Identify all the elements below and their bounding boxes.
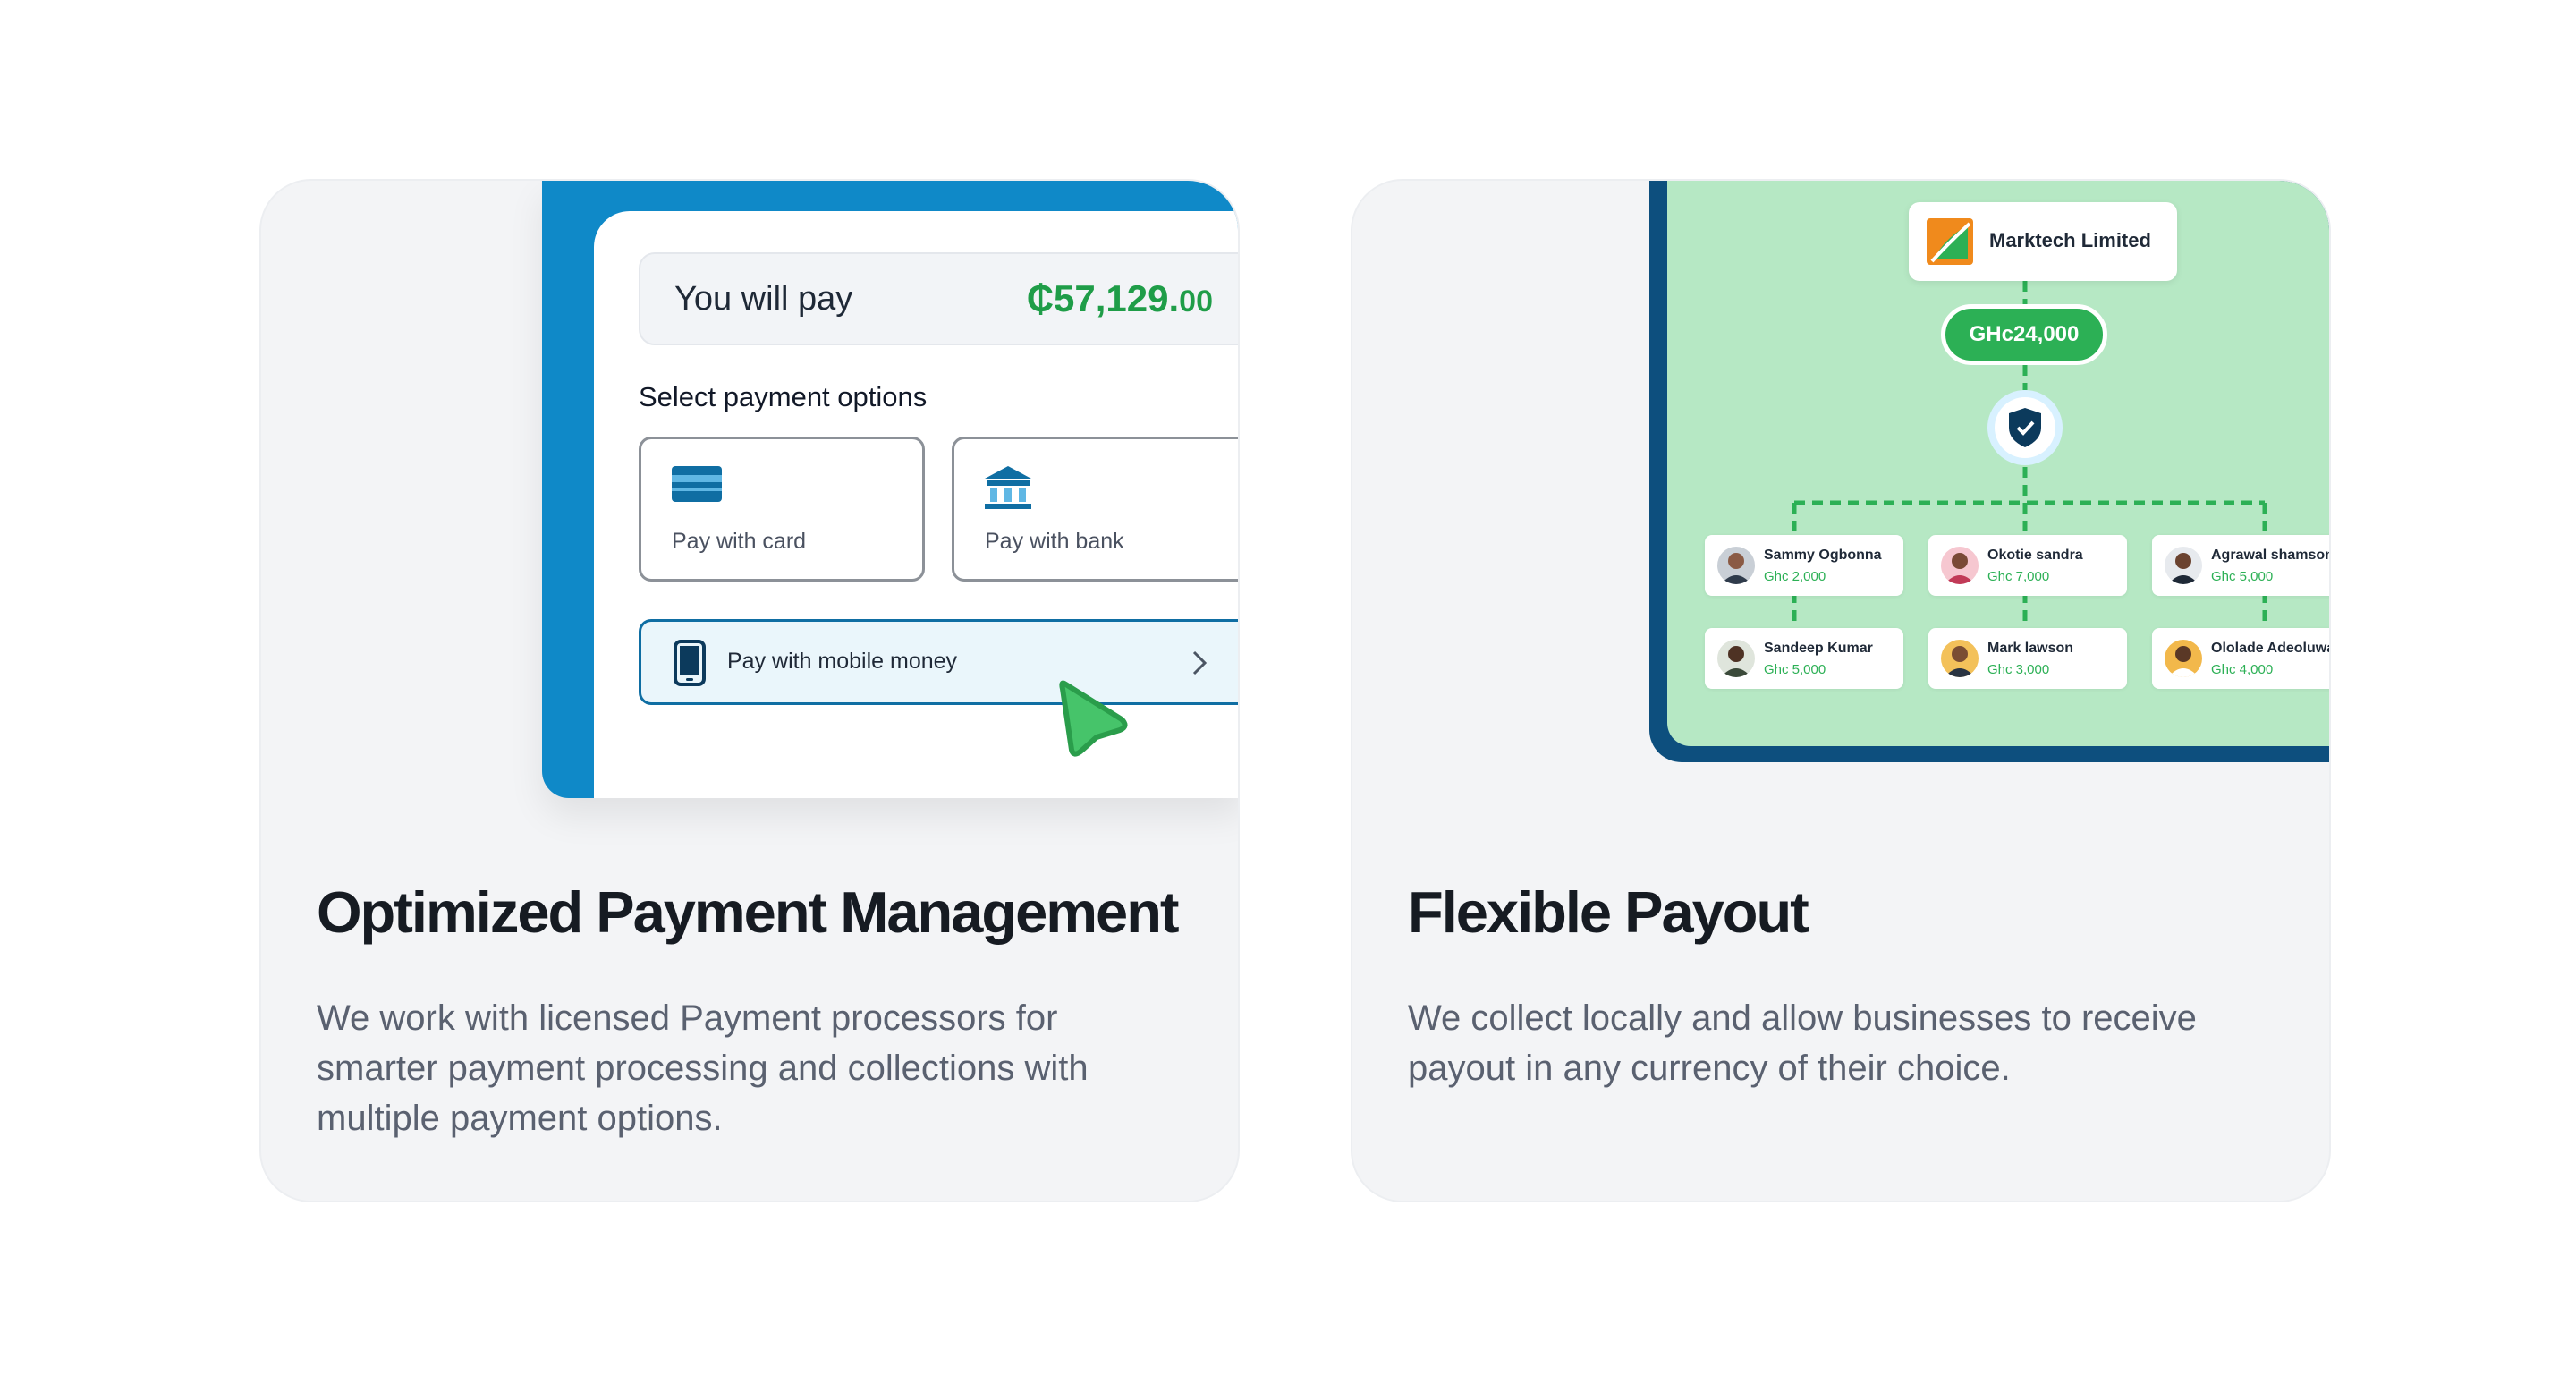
select-payment-label: Select payment options	[639, 381, 928, 412]
chevron-right-icon[interactable]	[1191, 649, 1208, 677]
total-amount-pill: GHc24,000	[1941, 304, 2107, 365]
payment-management-card: You will pay ₵57,129.00 Select payment o…	[259, 179, 1240, 1202]
card-description: We work with licensed Payment processors…	[317, 998, 1089, 1138]
payee-card: Okotie sandra Ghc 7,000	[1928, 535, 2127, 596]
pay-with-bank-option[interactable]: Pay with bank	[952, 437, 1238, 582]
payout-illustration: Marktech Limited GHc24,000 Sammy Ogbonna…	[1649, 181, 2331, 762]
payee-name: Sammy Ogbonna	[1764, 548, 1882, 563]
payee-name: Sandeep Kumar	[1764, 641, 1873, 656]
pay-with-card-label: Pay with card	[672, 529, 807, 554]
payee-amount: Ghc 2,000	[1764, 569, 1826, 584]
pay-with-card-option[interactable]: Pay with card	[639, 437, 925, 582]
cursor-pointer-icon	[1059, 680, 1128, 757]
payee-amount: Ghc 5,000	[2211, 569, 2274, 584]
company-name: Marktech Limited	[1989, 229, 2151, 251]
mobile-money-label: Pay with mobile money	[727, 649, 958, 674]
credit-card-icon	[672, 466, 722, 502]
payee-card: Mark lawson Ghc 3,000	[1928, 628, 2127, 689]
avatar	[1717, 547, 1755, 584]
amount-main: ₵57,129.	[1026, 277, 1180, 319]
company-node: Marktech Limited	[1909, 202, 2177, 281]
amount-label: You will pay	[674, 279, 853, 318]
phone-icon	[674, 640, 706, 686]
payout-tree: Marktech Limited GHc24,000 Sammy Ogbonna…	[1667, 181, 2331, 746]
pay-with-mobile-money-option[interactable]: Pay with mobile money	[639, 619, 1238, 705]
payee-card: Ololade Adeoluwa Ghc 4,000	[2152, 628, 2331, 689]
avatar	[2165, 547, 2202, 584]
payee-card: Agrawal shamson Ghc 5,000	[2152, 535, 2331, 596]
avatar	[2165, 640, 2202, 677]
payee-amount: Ghc 7,000	[1987, 569, 2050, 584]
payee-amount: Ghc 4,000	[2211, 662, 2274, 677]
payment-panel: You will pay ₵57,129.00 Select payment o…	[594, 211, 1238, 798]
payee-name: Mark lawson	[1987, 641, 2074, 656]
payee-card: Sandeep Kumar Ghc 5,000	[1705, 628, 1903, 689]
avatar	[1941, 640, 1979, 677]
amount-value: ₵57,129.00	[1027, 277, 1213, 320]
payee-name: Agrawal shamson	[2211, 548, 2331, 563]
payee-card: Sammy Ogbonna Ghc 2,000	[1705, 535, 1903, 596]
payment-illustration: You will pay ₵57,129.00 Select payment o…	[542, 181, 1238, 798]
payee-name: Okotie sandra	[1987, 548, 2083, 563]
card-description: We collect locally and allow businesses …	[1408, 998, 2197, 1088]
card-title: Optimized Payment Management	[317, 879, 1180, 945]
company-logo-icon	[1927, 218, 1973, 265]
flexible-payout-card: Marktech Limited GHc24,000 Sammy Ogbonna…	[1351, 179, 2331, 1202]
amount-decimal: 00	[1179, 285, 1213, 319]
avatar	[1717, 640, 1755, 677]
pay-with-bank-label: Pay with bank	[985, 529, 1124, 554]
avatar	[1941, 547, 1979, 584]
card-title: Flexible Payout	[1408, 879, 1809, 945]
amount-summary: You will pay ₵57,129.00	[639, 252, 1238, 345]
payee-amount: Ghc 3,000	[1987, 662, 2050, 677]
shield-check-icon	[1987, 390, 2063, 465]
payee-amount: Ghc 5,000	[1764, 662, 1826, 677]
bank-icon	[985, 466, 1031, 509]
payee-name: Ololade Adeoluwa	[2211, 641, 2331, 656]
